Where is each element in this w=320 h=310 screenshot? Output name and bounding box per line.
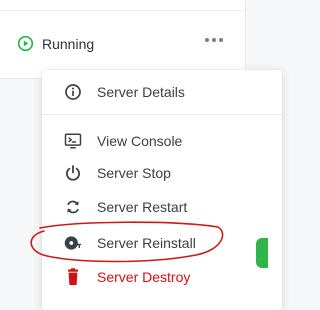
more-options-button[interactable] — [205, 32, 223, 48]
more-dot-icon — [219, 38, 223, 42]
menu-item-server-details[interactable]: Server Details — [42, 78, 282, 106]
server-status: Running — [17, 35, 94, 52]
play-circle-icon — [17, 35, 34, 52]
card-divider — [0, 10, 245, 11]
info-circle-icon — [65, 84, 81, 100]
restart-icon — [67, 200, 79, 214]
menu-label-server-stop: Server Stop — [97, 165, 171, 181]
menu-item-server-restart[interactable]: Server Restart — [42, 193, 282, 221]
menu-divider — [42, 114, 282, 115]
floating-action-button-edge[interactable] — [256, 238, 268, 268]
menu-label-server-reinstall: Server Reinstall — [97, 235, 196, 251]
menu-item-server-destroy[interactable]: Server Destroy — [42, 263, 282, 291]
menu-label-server-destroy: Server Destroy — [97, 269, 191, 285]
trash-icon — [68, 268, 78, 285]
menu-item-server-reinstall[interactable]: Server Reinstall — [42, 229, 282, 257]
more-dot-icon — [205, 38, 209, 42]
status-label: Running — [42, 35, 95, 52]
menu-item-server-stop[interactable]: Server Stop — [42, 159, 282, 187]
console-icon — [64, 133, 82, 149]
menu-label-view-console: View Console — [97, 133, 183, 149]
menu-label-server-restart: Server Restart — [97, 199, 188, 215]
menu-item-view-console[interactable]: View Console — [42, 127, 282, 155]
server-card: Running — [0, 0, 246, 79]
server-actions-menu: Server Details View Console Server Stop … — [42, 70, 282, 310]
power-icon — [66, 165, 80, 181]
more-dot-icon — [212, 38, 216, 42]
menu-label-server-details: Server Details — [97, 84, 185, 100]
disc-reinstall-icon — [64, 236, 81, 250]
